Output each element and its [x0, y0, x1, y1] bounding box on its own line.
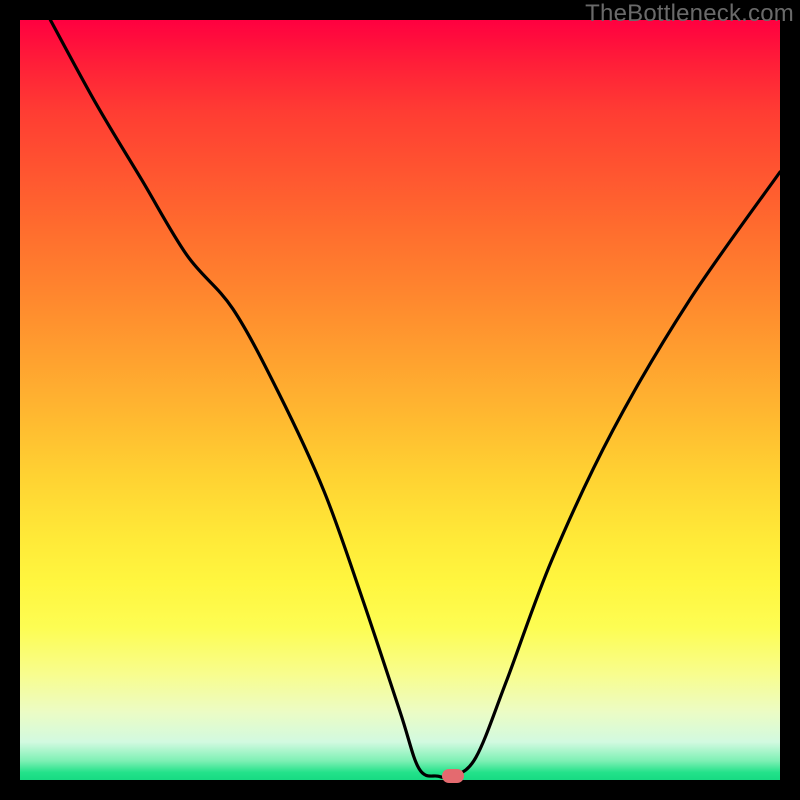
curve-layer: [20, 20, 780, 780]
bottleneck-curve: [50, 20, 780, 778]
chart-frame: TheBottleneck.com: [0, 0, 800, 800]
optimal-marker: [442, 769, 464, 783]
plot-area: [20, 20, 780, 780]
watermark-text: TheBottleneck.com: [585, 0, 794, 28]
